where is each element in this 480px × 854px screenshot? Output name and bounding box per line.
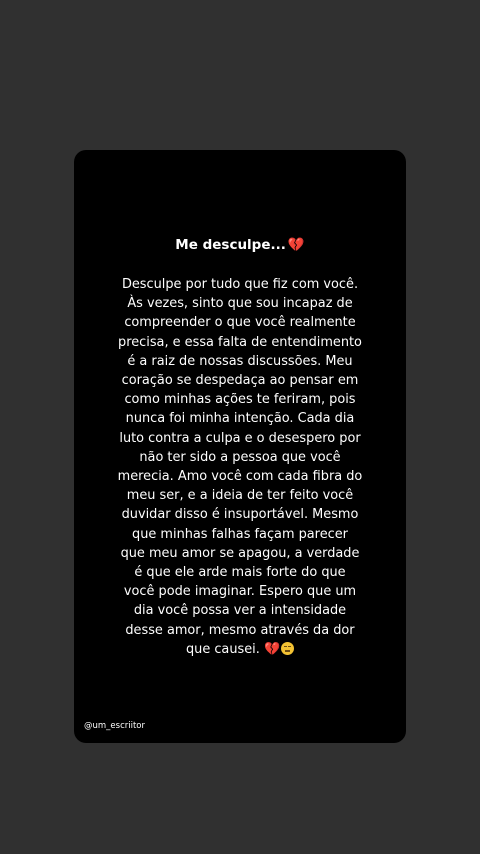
body-line: coração se despedaça ao pensar em: [121, 373, 359, 389]
broken-heart-icon: 💔: [263, 641, 281, 657]
post-title: Me desculpe...: [175, 237, 286, 253]
body-line-last: que causei. 💔: [88, 640, 392, 659]
pensive-face-icon: [281, 641, 295, 655]
body-line: nunca foi minha intenção. Cada dia: [125, 411, 355, 427]
body-line: luto contra a culpa e o desespero por: [119, 430, 361, 446]
post-card: Me desculpe... 💔 Desculpe por tudo que fi…: [74, 150, 406, 743]
author-handle: @um_escriitor: [84, 721, 145, 731]
body-line: não ter sido a pessoa que você: [139, 449, 341, 465]
body-line: precisa, e essa falta de entendimento: [118, 334, 362, 350]
body-line: que minhas falhas façam parecer: [132, 526, 348, 542]
broken-heart-icon: 💔: [287, 237, 305, 253]
body-line: Desculpe por tudo que fiz com você.: [121, 277, 359, 292]
body-line: duvidar disso é insuportável. Mesmo: [121, 507, 359, 523]
body-line: que causei.: [185, 641, 260, 657]
body-line: Às vezes, sinto que sou incapaz de: [127, 296, 353, 312]
post-body: Desculpe por tudo que fiz com você. Às v…: [88, 275, 392, 659]
body-line: desse amor, mesmo através da dor: [125, 622, 355, 638]
body-line: você pode imaginar. Espero que um: [123, 584, 357, 600]
body-line: que meu amor se apagou, a verdade: [120, 545, 360, 561]
body-line: meu ser, e a ideia de ter feito você: [126, 488, 354, 504]
body-line: dia você possa ver a intensidade: [133, 603, 347, 619]
body-line: é que ele arde mais forte do que: [134, 565, 346, 581]
body-line: compreender o que você realmente: [124, 315, 356, 331]
body-line: merecia. Amo você com cada fibra do: [117, 469, 363, 485]
body-line: é a raiz de nossas discussões. Meu: [127, 353, 353, 369]
body-line: como minhas ações te feriram, pois: [124, 392, 356, 408]
post-title-row: Me desculpe... 💔: [74, 236, 406, 254]
